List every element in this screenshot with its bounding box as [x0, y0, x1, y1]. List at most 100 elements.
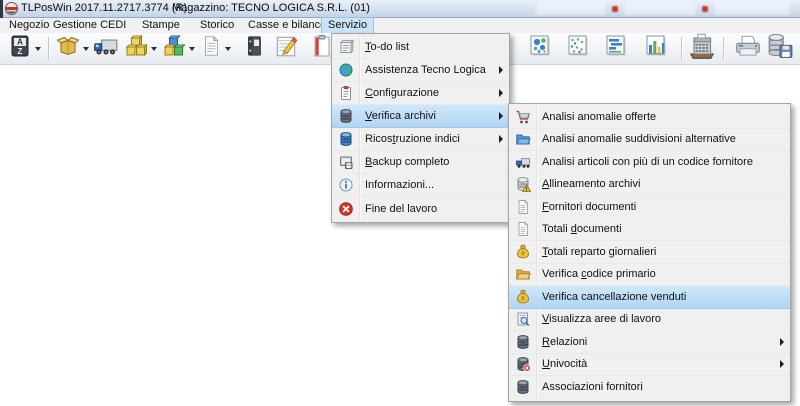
menu-item-label: Allineamento archivi — [542, 178, 640, 190]
menu-item-label: Configurazione — [365, 87, 439, 99]
document-icon — [515, 221, 531, 237]
menu-item-verifica-cancellazione-venduti[interactable]: Verifica cancellazione venduti — [509, 286, 790, 309]
binder-icon — [243, 33, 265, 64]
notepad-pencil-icon — [272, 33, 300, 64]
menu-item-totali-documenti[interactable]: Totali documenti — [509, 219, 790, 242]
menu-item-label: Fine del lavoro — [365, 203, 437, 215]
menu-item-configurazione[interactable]: Configurazione — [332, 82, 509, 105]
toolbar-separator — [681, 37, 683, 60]
cubes-yellow-icon — [124, 33, 148, 64]
menu-item-analisi-articoli-con-pi-di-un-codice-fornitore[interactable]: Analisi articoli con più di un codice fo… — [509, 151, 790, 174]
bar-chart-icon — [644, 33, 668, 64]
moneybag-icon — [515, 244, 531, 260]
menu-item-analisi-anomalie-offerte[interactable]: Analisi anomalie offerte — [509, 106, 790, 129]
menu-item-univocit[interactable]: Univocità — [509, 354, 790, 377]
menu-item-assistenza-tecno-logica[interactable]: Assistenza Tecno Logica — [332, 59, 509, 82]
dropdown-arrow-icon[interactable] — [35, 47, 41, 51]
menu-item-fine-del-lavoro[interactable]: Fine del lavoro — [332, 197, 509, 220]
folder-yellow-icon — [515, 266, 531, 282]
window-edge — [0, 0, 3, 18]
sort-az-button[interactable]: A Z — [8, 35, 41, 62]
submenu-arrow-icon — [499, 89, 503, 97]
submenu-arrow-icon — [780, 360, 784, 368]
save-database-button[interactable] — [766, 35, 794, 62]
menubar-item-servizio[interactable]: Servizio — [322, 18, 373, 33]
menu-item-label: Assistenza Tecno Logica — [365, 64, 486, 76]
dropdown-arrow-icon[interactable] — [225, 47, 231, 51]
dropdown-arrow-icon[interactable] — [83, 47, 89, 51]
gantt-chart-button[interactable] — [604, 35, 628, 62]
toolbar-separator — [48, 37, 50, 60]
submenu-arrow-icon — [499, 66, 503, 74]
document-icon — [515, 199, 531, 215]
database-dark-icon — [515, 379, 531, 395]
title-bar: TLPosWin 2017.11.2717.3774 (R) Magazzino… — [0, 0, 800, 18]
moneybag-icon — [515, 289, 531, 305]
shopping-cart-icon — [515, 109, 531, 125]
menu-item-ricostruzione-indici[interactable]: Ricostruzione indici — [332, 128, 509, 151]
bubble-chart-button[interactable] — [528, 35, 552, 62]
clipboard-icon — [338, 85, 354, 101]
globe-icon — [338, 62, 354, 78]
menu-item-label: Analisi articoli con più di un codice fo… — [542, 156, 753, 168]
verifica-archivi-submenu-panel: Analisi anomalie offerte Analisi anomali… — [508, 103, 791, 402]
menu-item-to-do-list[interactable]: To-do list — [332, 36, 509, 59]
printer-icon — [733, 32, 763, 65]
menubar-item-stampe[interactable]: Stampe — [136, 18, 186, 33]
menu-item-label: Verifica codice primario — [542, 268, 656, 280]
articles-button[interactable] — [124, 35, 157, 62]
menu-item-visualizza-aree-di-lavoro[interactable]: Visualizza aree di lavoro — [509, 309, 790, 332]
cash-register-icon — [687, 32, 717, 65]
menubar-item-storico[interactable]: Storico — [194, 18, 240, 33]
menu-item-label: Univocità — [542, 358, 587, 370]
documents-button[interactable] — [200, 35, 231, 62]
menubar-item-gestione-cedi[interactable]: Gestione CEDI — [47, 18, 132, 33]
menu-item-label: Fornitori documenti — [542, 201, 636, 213]
submenu-arrow-icon — [499, 135, 503, 143]
database-dark-icon — [338, 108, 354, 124]
servizio-menu-panel: To-do list Assistenza Tecno Logica Confi… — [331, 33, 510, 223]
cash-register-button[interactable] — [687, 35, 717, 62]
menu-item-label: Relazioni — [542, 336, 587, 348]
menu-item-label: Verifica archivi — [365, 110, 436, 122]
print-button[interactable] — [733, 35, 763, 62]
menu-item-informazioni[interactable]: Informazioni... — [332, 174, 509, 197]
edit-notes-button[interactable] — [272, 35, 300, 62]
database-error-icon — [515, 356, 531, 372]
scatter-chart-icon — [566, 33, 590, 64]
bubble-chart-icon — [528, 33, 552, 64]
cubes-color-icon — [162, 33, 186, 64]
info-icon — [338, 177, 354, 193]
menu-item-totali-reparto-giornalieri[interactable]: Totali reparto giornalieri — [509, 241, 790, 264]
menu-item-verifica-archivi[interactable]: Verifica archivi — [332, 105, 509, 128]
menu-item-verifica-codice-primario[interactable]: Verifica codice primario — [509, 264, 790, 287]
menubar-item-casse-e-bilance[interactable]: Casse e bilance — [242, 18, 332, 33]
menu-item-fornitori-documenti[interactable]: Fornitori documenti — [509, 196, 790, 219]
bar-chart-button[interactable] — [644, 35, 668, 62]
todo-list-icon — [338, 39, 354, 55]
archive-binder-button[interactable] — [243, 35, 265, 62]
database-save-icon — [766, 32, 794, 65]
package-button[interactable] — [56, 35, 89, 62]
menu-item-analisi-anomalie-suddivisioni-alternative[interactable]: Analisi anomalie suddivisioni alternativ… — [509, 129, 790, 152]
menu-item-label: Verifica cancellazione venduti — [542, 291, 686, 303]
menu-item-backup-completo[interactable]: Backup completo — [332, 151, 509, 174]
submenu-arrow-icon — [780, 338, 784, 346]
az-book-icon: A Z — [8, 33, 32, 64]
menu-item-label: To-do list — [365, 41, 409, 53]
menu-bar: NegozioGestione CEDIStampeStoricoCasse e… — [0, 18, 800, 33]
suppliers-truck-button[interactable] — [92, 35, 120, 62]
backup-icon — [338, 154, 354, 170]
scatter-chart-button[interactable] — [566, 35, 590, 62]
dropdown-arrow-icon[interactable] — [189, 47, 195, 51]
menu-item-label: Analisi anomalie suddivisioni alternativ… — [542, 133, 736, 145]
package-icon — [56, 33, 80, 64]
database-blue-icon — [338, 131, 354, 147]
article-groups-button[interactable] — [162, 35, 195, 62]
menu-item-relazioni[interactable]: Relazioni — [509, 331, 790, 354]
window-title: TLPosWin 2017.11.2717.3774 (R) — [21, 2, 187, 14]
dropdown-arrow-icon[interactable] — [151, 47, 157, 51]
menu-item-associazioni-fornitori[interactable]: Associazioni fornitori — [509, 376, 790, 399]
svg-text:A: A — [17, 38, 23, 47]
menu-item-allineamento-archivi[interactable]: Allineamento archivi — [509, 174, 790, 197]
